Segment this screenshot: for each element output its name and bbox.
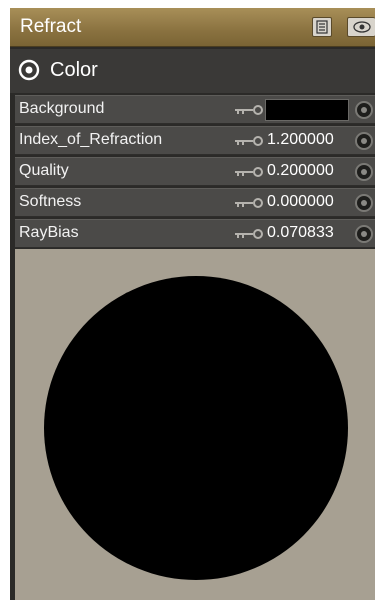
property-value[interactable]: 0.070833: [267, 224, 334, 242]
property-label: RayBias: [19, 224, 79, 241]
key-icon[interactable]: [233, 196, 267, 210]
group-header-color[interactable]: Color: [10, 49, 375, 93]
title-bar: Refract: [10, 8, 375, 47]
property-label: Index_of_Refraction: [19, 131, 163, 148]
eye-icon[interactable]: [347, 17, 375, 37]
property-row-quality[interactable]: Quality 0.200000: [15, 157, 375, 186]
map-button-icon[interactable]: [355, 163, 373, 181]
property-value[interactable]: 1.200000: [267, 131, 334, 149]
property-label: Quality: [19, 162, 69, 179]
panel-title: Refract: [20, 16, 82, 37]
material-preview: [15, 249, 375, 600]
property-row-softness[interactable]: Softness 0.000000: [15, 188, 375, 217]
map-button-icon[interactable]: [355, 194, 373, 212]
color-swatch[interactable]: [265, 99, 349, 121]
group-label: Color: [50, 59, 98, 81]
key-icon[interactable]: [233, 134, 267, 148]
property-label: Softness: [19, 193, 82, 210]
map-button-icon[interactable]: [355, 132, 373, 150]
key-icon[interactable]: [233, 165, 267, 179]
map-button-icon[interactable]: [355, 225, 373, 243]
property-label: Background: [19, 100, 105, 117]
material-panel: Refract Color Background Index_of_Refrac…: [10, 8, 375, 600]
property-row-raybias[interactable]: RayBias 0.070833: [15, 219, 375, 248]
map-button-icon[interactable]: [355, 101, 373, 119]
target-icon: [18, 59, 40, 81]
key-icon[interactable]: [233, 103, 267, 117]
property-row-background[interactable]: Background: [15, 95, 375, 124]
property-row-index-of-refraction[interactable]: Index_of_Refraction 1.200000: [15, 126, 375, 155]
property-value[interactable]: 0.200000: [267, 162, 334, 180]
list-icon[interactable]: [312, 17, 332, 37]
preview-sphere: [44, 276, 348, 580]
property-value[interactable]: 0.000000: [267, 193, 334, 211]
key-icon[interactable]: [233, 227, 267, 241]
